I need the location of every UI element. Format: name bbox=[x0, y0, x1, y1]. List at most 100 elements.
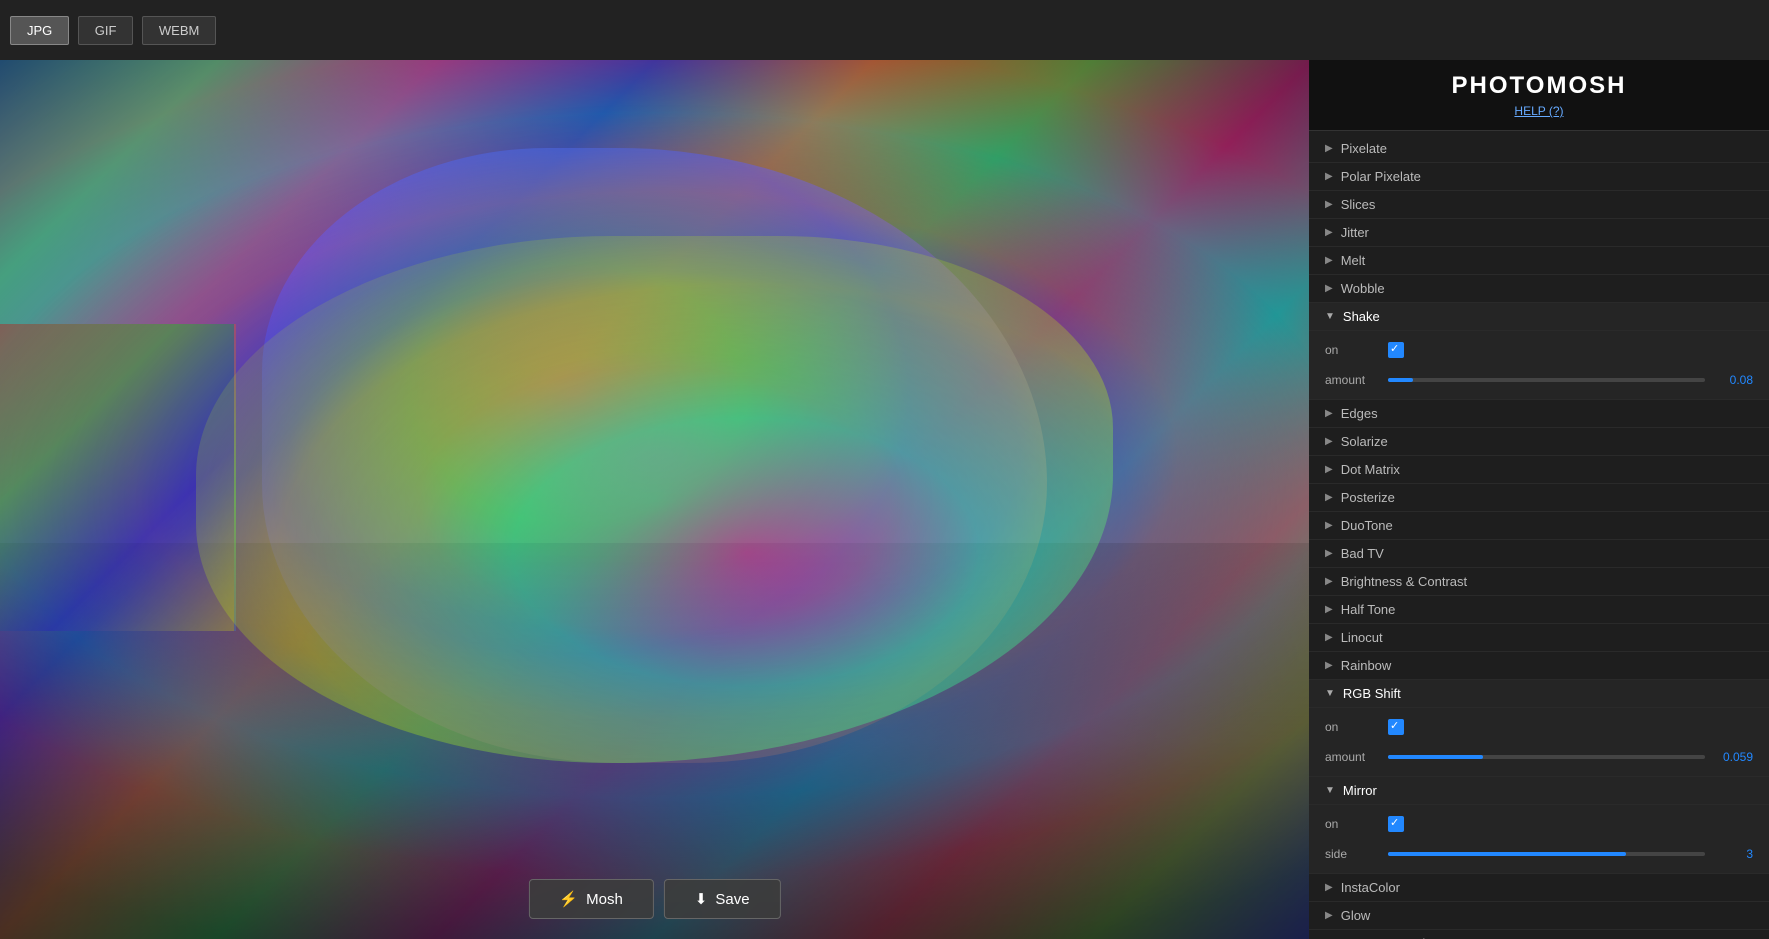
shake-amount-slider[interactable] bbox=[1388, 378, 1705, 382]
mirror-side-label: side bbox=[1325, 847, 1380, 861]
mosh-label: Mosh bbox=[586, 891, 623, 908]
chevron-right-icon: ▶ bbox=[1325, 576, 1333, 587]
effect-label: Polar Pixelate bbox=[1341, 169, 1421, 184]
effect-label: Bad TV bbox=[1341, 546, 1384, 561]
effects-list: ▶ Pixelate ▶ Polar Pixelate ▶ Slices ▶ J… bbox=[1309, 131, 1769, 939]
effect-label: Posterize bbox=[1341, 490, 1395, 505]
shake-amount-fill bbox=[1388, 378, 1413, 382]
chevron-down-icon: ▼ bbox=[1325, 785, 1335, 796]
help-link[interactable]: HELP (?) bbox=[1514, 104, 1563, 118]
chevron-right-icon: ▶ bbox=[1325, 520, 1333, 531]
effect-item-rainbow[interactable]: ▶ Rainbow bbox=[1309, 652, 1769, 680]
effect-item-wobble[interactable]: ▶ Wobble bbox=[1309, 275, 1769, 303]
chevron-right-icon: ▶ bbox=[1325, 882, 1333, 893]
chevron-right-icon: ▶ bbox=[1325, 171, 1333, 182]
mirror-on-label: on bbox=[1325, 817, 1380, 831]
effect-item-rgb-shift[interactable]: ▼ RGB Shift bbox=[1309, 680, 1769, 708]
effect-label: Slices bbox=[1341, 197, 1376, 212]
tab-webm[interactable]: WEBM bbox=[142, 16, 216, 45]
effect-label: Jitter bbox=[1341, 225, 1369, 240]
shake-amount-label: amount bbox=[1325, 373, 1380, 387]
effect-item-bad-tv[interactable]: ▶ Bad TV bbox=[1309, 540, 1769, 568]
effect-item-duotone[interactable]: ▶ DuoTone bbox=[1309, 512, 1769, 540]
chevron-right-icon: ▶ bbox=[1325, 255, 1333, 266]
effect-label: Linocut bbox=[1341, 630, 1383, 645]
mirror-controls: on side 3 bbox=[1309, 805, 1769, 874]
rgb-shift-on-checkbox[interactable] bbox=[1388, 719, 1404, 735]
effect-item-melt[interactable]: ▶ Melt bbox=[1309, 247, 1769, 275]
shake-amount-slider-container: 0.08 bbox=[1388, 373, 1753, 387]
effect-label: Dot Matrix bbox=[1341, 462, 1400, 477]
shake-on-checkbox[interactable] bbox=[1388, 342, 1404, 358]
chevron-right-icon: ▶ bbox=[1325, 492, 1333, 503]
effect-item-polar-pixelate[interactable]: ▶ Polar Pixelate bbox=[1309, 163, 1769, 191]
effect-item-dot-matrix[interactable]: ▶ Dot Matrix bbox=[1309, 456, 1769, 484]
chevron-right-icon: ▶ bbox=[1325, 548, 1333, 559]
chevron-right-icon: ▶ bbox=[1325, 143, 1333, 154]
rgb-shift-amount-slider[interactable] bbox=[1388, 755, 1705, 759]
rgb-shift-amount-fill bbox=[1388, 755, 1483, 759]
effect-item-edges[interactable]: ▶ Edges bbox=[1309, 400, 1769, 428]
effect-label: RGB Shift bbox=[1343, 686, 1401, 701]
canvas-area: ⚡ Mosh ⬇ Save bbox=[0, 60, 1309, 939]
canvas-image bbox=[0, 60, 1309, 939]
effect-item-slices[interactable]: ▶ Slices bbox=[1309, 191, 1769, 219]
effect-item-shake[interactable]: ▼ Shake bbox=[1309, 303, 1769, 331]
effect-item-brightness-contrast[interactable]: ▶ Brightness & Contrast bbox=[1309, 568, 1769, 596]
effect-label: Pixelate bbox=[1341, 141, 1387, 156]
effect-item-jitter[interactable]: ▶ Jitter bbox=[1309, 219, 1769, 247]
app-logo: PHOTOMOSH bbox=[1452, 72, 1627, 100]
mirror-side-fill bbox=[1388, 852, 1626, 856]
effect-label: Rainbow bbox=[1341, 658, 1392, 673]
chevron-down-icon: ▼ bbox=[1325, 311, 1335, 322]
format-tabs: JPG GIF WEBM bbox=[10, 16, 220, 45]
effect-item-mirror[interactable]: ▼ Mirror bbox=[1309, 777, 1769, 805]
panel-header: PHOTOMOSH HELP (?) bbox=[1309, 60, 1769, 131]
mirror-side-value: 3 bbox=[1713, 847, 1753, 861]
chevron-right-icon: ▶ bbox=[1325, 910, 1333, 921]
shake-amount-value: 0.08 bbox=[1713, 373, 1753, 387]
chevron-right-icon: ▶ bbox=[1325, 199, 1333, 210]
tab-jpg[interactable]: JPG bbox=[10, 16, 69, 45]
top-bar: JPG GIF WEBM bbox=[0, 0, 1769, 60]
effect-item-solarize[interactable]: ▶ Solarize bbox=[1309, 428, 1769, 456]
effect-label: Brightness & Contrast bbox=[1341, 574, 1467, 589]
effect-label: Half Tone bbox=[1341, 602, 1396, 617]
mirror-on-checkbox[interactable] bbox=[1388, 816, 1404, 832]
effect-label: InstaColor bbox=[1341, 880, 1400, 895]
effect-label: Solarize bbox=[1341, 434, 1388, 449]
shake-amount-row: amount 0.08 bbox=[1309, 365, 1769, 395]
mirror-side-row: side 3 bbox=[1309, 839, 1769, 869]
rgb-shift-amount-label: amount bbox=[1325, 750, 1380, 764]
rgb-shift-on-label: on bbox=[1325, 720, 1380, 734]
effect-item-posterize[interactable]: ▶ Posterize bbox=[1309, 484, 1769, 512]
lightning-icon: ⚡ bbox=[559, 890, 578, 908]
mirror-on-row: on bbox=[1309, 809, 1769, 839]
chevron-right-icon: ▶ bbox=[1325, 604, 1333, 615]
effect-item-linocut[interactable]: ▶ Linocut bbox=[1309, 624, 1769, 652]
effect-item-glow[interactable]: ▶ Glow bbox=[1309, 902, 1769, 930]
right-panel: PHOTOMOSH HELP (?) ▶ Pixelate ▶ Polar Pi… bbox=[1309, 60, 1769, 939]
shake-controls: on amount 0.08 bbox=[1309, 331, 1769, 400]
effect-label: DuoTone bbox=[1341, 518, 1393, 533]
effect-label: Mirror bbox=[1343, 783, 1377, 798]
shake-on-row: on bbox=[1309, 335, 1769, 365]
rgb-shift-controls: on amount 0.059 bbox=[1309, 708, 1769, 777]
chevron-right-icon: ▶ bbox=[1325, 408, 1333, 419]
effect-label: Shake bbox=[1343, 309, 1380, 324]
chevron-right-icon: ▶ bbox=[1325, 283, 1333, 294]
effect-item-half-tone[interactable]: ▶ Half Tone bbox=[1309, 596, 1769, 624]
effect-item-pixelate[interactable]: ▶ Pixelate bbox=[1309, 135, 1769, 163]
chevron-right-icon: ▶ bbox=[1325, 227, 1333, 238]
bottom-action-bar: ⚡ Mosh ⬇ Save bbox=[528, 879, 780, 919]
chevron-right-icon: ▶ bbox=[1325, 632, 1333, 643]
effect-item-instacolor[interactable]: ▶ InstaColor bbox=[1309, 874, 1769, 902]
effect-label: Glow bbox=[1341, 908, 1371, 923]
mirror-side-slider[interactable] bbox=[1388, 852, 1705, 856]
save-button[interactable]: ⬇ Save bbox=[664, 879, 781, 919]
chevron-down-icon: ▼ bbox=[1325, 688, 1335, 699]
save-label: Save bbox=[715, 891, 749, 908]
tab-gif[interactable]: GIF bbox=[78, 16, 134, 45]
effect-item-hue-saturation[interactable]: ▶ Hue & Saturation bbox=[1309, 930, 1769, 939]
mosh-button[interactable]: ⚡ Mosh bbox=[528, 879, 653, 919]
